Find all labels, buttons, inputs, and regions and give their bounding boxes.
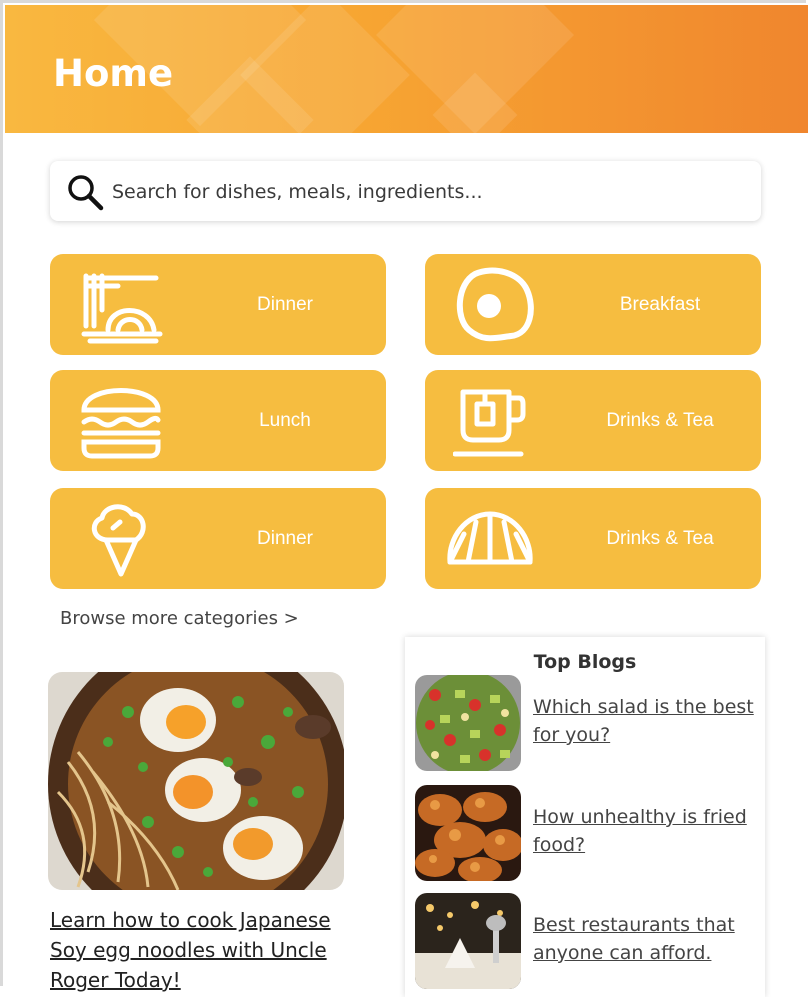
search-icon bbox=[68, 175, 104, 211]
category-label: Dinner bbox=[257, 293, 313, 315]
fried-chicken-photo bbox=[415, 785, 521, 881]
browse-more-link[interactable]: Browse more categories > bbox=[60, 608, 299, 629]
category-drinks-tea[interactable]: Drinks & Tea bbox=[425, 370, 761, 471]
noodle-bowl-photo bbox=[48, 672, 344, 890]
fried-egg-icon bbox=[456, 267, 534, 342]
burger-icon bbox=[81, 388, 161, 459]
category-drinks-tea-2[interactable]: Drinks & Tea bbox=[425, 488, 761, 589]
category-dinner[interactable]: Dinner bbox=[50, 254, 386, 355]
blog-thumbnail bbox=[415, 785, 521, 881]
salad-photo bbox=[415, 675, 521, 771]
blog-title-link[interactable]: Which salad is the best for you? bbox=[533, 693, 758, 749]
search-bar[interactable] bbox=[50, 161, 761, 221]
noodles-icon bbox=[81, 273, 163, 344]
category-breakfast[interactable]: Breakfast bbox=[425, 254, 761, 355]
feature-image[interactable] bbox=[48, 672, 344, 890]
blog-item[interactable]: How unhealthy is fried food? bbox=[415, 785, 760, 881]
blog-item[interactable]: Which salad is the best for you? bbox=[415, 675, 760, 771]
ice-cream-icon bbox=[91, 504, 146, 577]
category-label: Drinks & Tea bbox=[606, 527, 714, 549]
search-input[interactable] bbox=[110, 175, 734, 209]
blog-item[interactable]: Best restaurants that anyone can afford. bbox=[415, 893, 760, 989]
blog-thumbnail bbox=[415, 675, 521, 771]
category-label: Dinner bbox=[257, 527, 313, 549]
tea-cup-icon bbox=[453, 389, 526, 457]
category-label: Breakfast bbox=[619, 293, 701, 315]
restaurant-photo bbox=[415, 893, 521, 989]
blog-title-link[interactable]: Best restaurants that anyone can afford. bbox=[533, 911, 758, 967]
category-label: Drinks & Tea bbox=[606, 409, 714, 431]
top-blogs-panel: Top Blogs Which salad is the best for yo… bbox=[405, 637, 765, 997]
croissant-icon bbox=[447, 511, 533, 565]
blog-thumbnail bbox=[415, 893, 521, 989]
category-lunch[interactable]: Lunch bbox=[50, 370, 386, 471]
top-blogs-title: Top Blogs bbox=[533, 651, 637, 673]
app-header: Home bbox=[5, 5, 808, 133]
category-dinner-dessert[interactable]: Dinner bbox=[50, 488, 386, 589]
feature-title-link[interactable]: Learn how to cook Japanese Soy egg noodl… bbox=[50, 905, 370, 995]
category-label: Lunch bbox=[259, 409, 311, 431]
blog-title-link[interactable]: How unhealthy is fried food? bbox=[533, 803, 758, 859]
page-title: Home bbox=[53, 52, 174, 95]
